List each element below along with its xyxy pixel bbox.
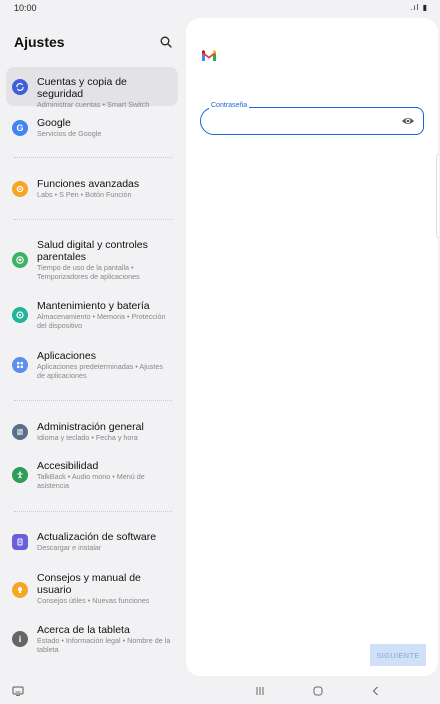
- sidebar-item-maintenance[interactable]: Mantenimiento y batería Almacenamiento •…: [6, 296, 178, 338]
- sidebar-item-subtitle: Idioma y teclado • Fecha y hora: [37, 433, 138, 442]
- sidebar-item-title: Salud digital y controles parentales: [37, 239, 148, 263]
- show-password-icon[interactable]: [401, 114, 415, 128]
- accessibility-icon: [12, 467, 28, 483]
- sidebar-item-google[interactable]: G Google Servicios de Google: [6, 112, 178, 146]
- sidebar-item-title: Actualización de software: [37, 531, 157, 543]
- recent-apps-icon: [256, 687, 264, 695]
- lightbulb-icon: [12, 582, 28, 598]
- search-icon: [160, 36, 172, 48]
- divider: [14, 157, 172, 158]
- sidebar-item-title: Mantenimiento y batería: [37, 300, 150, 312]
- sidebar-item-software-update[interactable]: Actualización de software Descargar e in…: [6, 526, 178, 560]
- sliders-icon: [12, 424, 28, 440]
- gmail-logo-icon: [202, 50, 216, 61]
- sidebar-item-subtitle: Administrar cuentas • Smart Switch: [37, 100, 150, 109]
- divider: [14, 219, 172, 220]
- apps-grid-icon: [12, 357, 28, 373]
- sidebar-item-subtitle: Estado • Información legal • Nombre de l…: [37, 636, 171, 654]
- password-field[interactable]: Contraseña: [200, 102, 424, 135]
- next-button[interactable]: SIGUIENTE: [370, 644, 426, 666]
- signin-panel: Contraseña SIGUIENTE: [186, 18, 439, 676]
- sync-icon: [12, 79, 28, 95]
- sidebar-item-title: Accesibilidad: [37, 460, 99, 472]
- sidebar-item-about-tablet[interactable]: i Acerca de la tableta Estado • Informac…: [6, 620, 178, 662]
- sidebar-item-title: Funciones avanzadas: [37, 178, 140, 190]
- sidebar-item-title: Consejos y manual de usuario: [37, 572, 141, 596]
- keyboard-icon: [12, 686, 24, 696]
- sidebar-item-advanced-features[interactable]: Funciones avanzadas Labs • S Pen • Botón…: [6, 172, 178, 206]
- sidebar-item-subtitle: Descargar e instalar: [37, 543, 102, 552]
- sidebar-item-digital-wellbeing[interactable]: Salud digital y controles parentales Tie…: [6, 234, 178, 286]
- sidebar-item-title: Cuentas y copia de seguridad: [37, 76, 127, 100]
- keyboard-toggle-button[interactable]: [10, 684, 26, 698]
- search-button[interactable]: [156, 32, 176, 52]
- settings-sidebar: Ajustes Cuentas y copia de seguridad Adm…: [0, 18, 184, 676]
- divider: [14, 400, 172, 401]
- edge-panel-handle[interactable]: [436, 154, 439, 238]
- status-bar: 10:00 .ıl ▮: [0, 0, 440, 16]
- home-button[interactable]: [310, 684, 326, 698]
- divider: [14, 511, 172, 512]
- navigation-bar: [0, 678, 440, 704]
- password-label: Contraseña: [209, 102, 250, 109]
- info-icon: i: [12, 631, 28, 647]
- back-button[interactable]: [368, 684, 384, 698]
- sidebar-item-subtitle: TalkBack • Audio mono • Menú de asistenc…: [37, 472, 145, 490]
- status-time: 10:00: [14, 3, 37, 13]
- maintenance-icon: [12, 307, 28, 323]
- update-icon: [12, 534, 28, 550]
- sidebar-item-subtitle: Almacenamiento • Memoria • Protección de…: [37, 312, 166, 330]
- heart-circle-icon: [12, 252, 28, 268]
- sidebar-item-subtitle: Servicios de Google: [37, 129, 102, 138]
- sidebar-item-title: Administración general: [37, 421, 144, 433]
- page-title: Ajustes: [14, 34, 65, 50]
- sidebar-item-title: Google: [37, 117, 71, 129]
- sidebar-item-accessibility[interactable]: Accesibilidad TalkBack • Audio mono • Me…: [6, 456, 178, 498]
- sidebar-item-tips-manual[interactable]: Consejos y manual de usuario Consejos út…: [6, 569, 178, 613]
- sidebar-item-subtitle: Aplicaciones predeterminadas • Ajustes d…: [37, 362, 163, 380]
- password-input[interactable]: [211, 113, 395, 131]
- sidebar-item-apps[interactable]: Aplicaciones Aplicaciones predeterminada…: [6, 346, 178, 388]
- sidebar-item-title: Acerca de la tableta: [37, 624, 130, 636]
- home-icon: [313, 686, 323, 696]
- gear-plus-icon: [12, 181, 28, 197]
- back-icon: [372, 686, 378, 696]
- signal-battery-icon: .ıl ▮: [410, 3, 428, 12]
- sidebar-item-subtitle: Labs • S Pen • Botón Función: [37, 190, 132, 199]
- sidebar-item-general-management[interactable]: Administración general Idioma y teclado …: [6, 416, 178, 450]
- sidebar-item-accounts[interactable]: Cuentas y copia de seguridad Administrar…: [6, 67, 178, 109]
- sidebar-item-subtitle: Consejos útiles • Nuevas funciones: [37, 596, 150, 605]
- recent-apps-button[interactable]: [252, 684, 268, 698]
- sidebar-item-subtitle: Tiempo de uso de la pantalla • Temporiza…: [37, 263, 140, 281]
- google-icon: G: [12, 120, 28, 136]
- sidebar-item-title: Aplicaciones: [37, 350, 96, 362]
